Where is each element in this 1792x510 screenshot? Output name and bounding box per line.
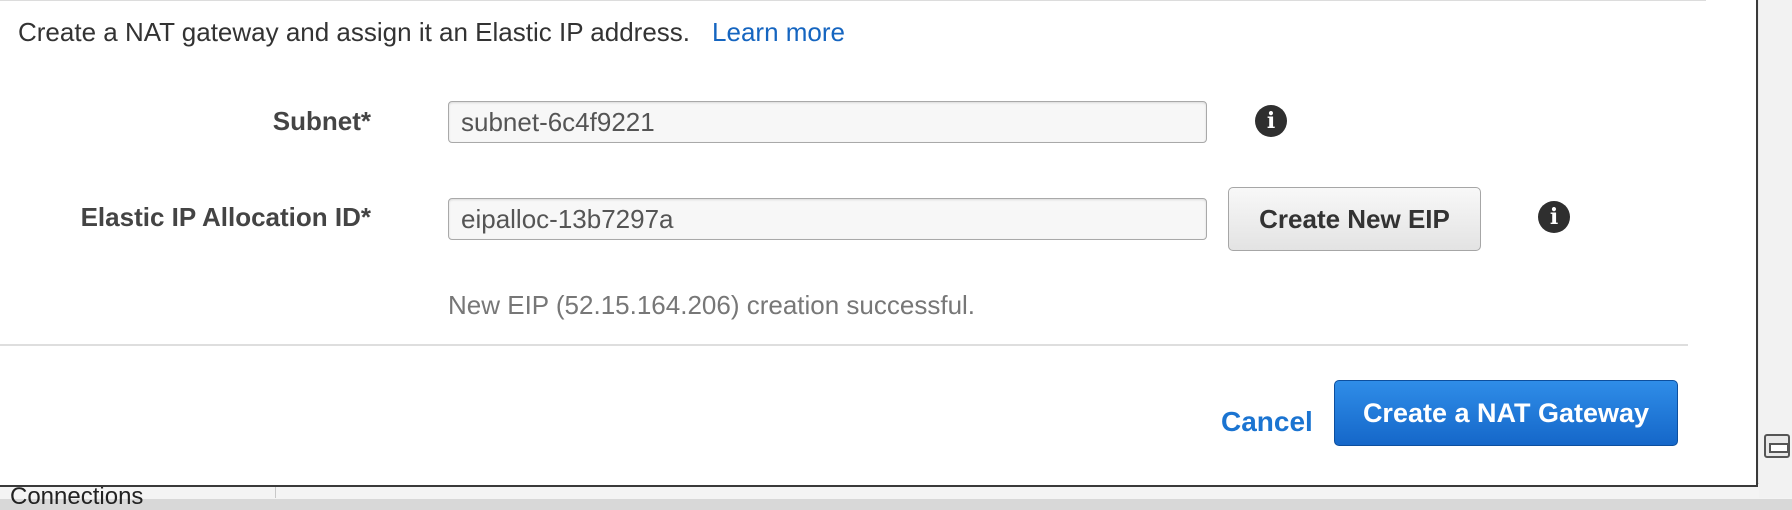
footer-divider bbox=[0, 344, 1688, 346]
cancel-button[interactable]: Cancel bbox=[1221, 406, 1313, 438]
background-connections-label: Connections bbox=[10, 483, 144, 510]
subnet-label: Subnet* bbox=[272, 106, 371, 136]
panel-toggle-icon[interactable] bbox=[1764, 434, 1790, 458]
eip-allocation-input[interactable] bbox=[448, 198, 1207, 240]
create-nat-gateway-button[interactable]: Create a NAT Gateway bbox=[1334, 380, 1678, 446]
subnet-input[interactable] bbox=[448, 101, 1207, 143]
create-nat-gateway-dialog: Create a NAT gateway and assign it an El… bbox=[0, 0, 1758, 487]
learn-more-link[interactable]: Learn more bbox=[712, 17, 845, 47]
eip-success-message: New EIP (52.15.164.206) creation success… bbox=[448, 290, 976, 320]
dialog-intro: Create a NAT gateway and assign it an El… bbox=[18, 16, 845, 48]
dialog-top-border bbox=[0, 0, 1706, 1]
create-new-eip-button[interactable]: Create New EIP bbox=[1228, 187, 1481, 251]
eip-allocation-label: Elastic IP Allocation ID* bbox=[80, 202, 371, 232]
intro-text: Create a NAT gateway and assign it an El… bbox=[18, 17, 691, 47]
eip-info-icon[interactable]: i bbox=[1538, 201, 1570, 233]
background-right-strip bbox=[1759, 0, 1792, 498]
subnet-info-icon[interactable]: i bbox=[1255, 105, 1287, 137]
